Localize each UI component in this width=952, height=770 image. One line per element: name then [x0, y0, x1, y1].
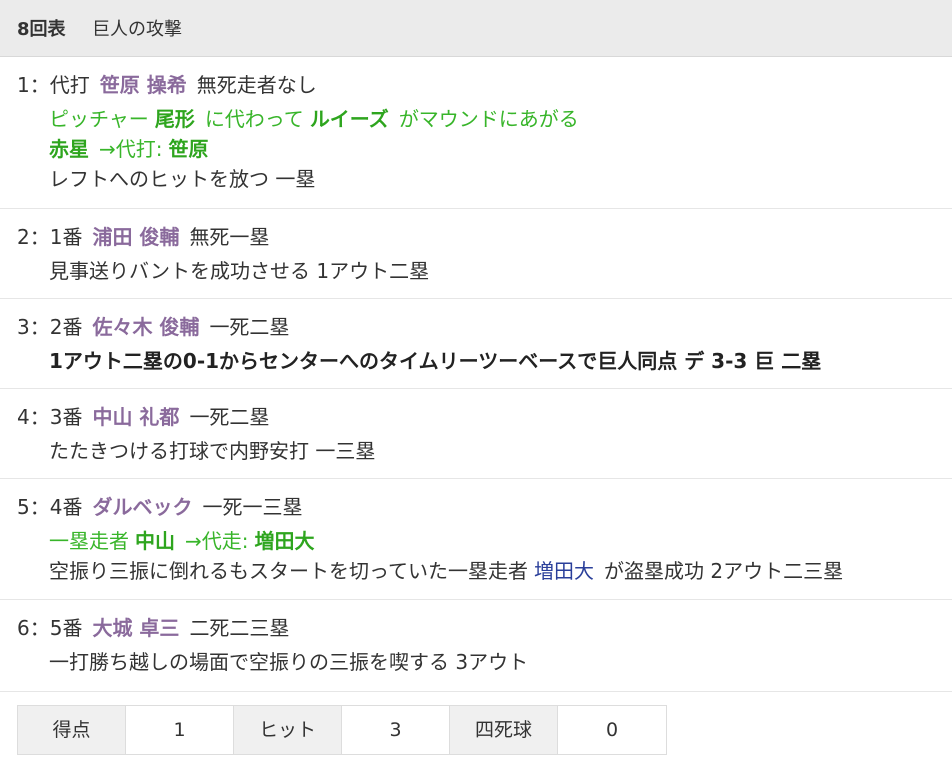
hits-label: ヒット: [234, 706, 342, 754]
batter-name[interactable]: 浦田 俊輔: [92, 225, 179, 249]
substitution: 赤星 →代打: 笹原: [49, 135, 209, 163]
batting-slot: 5番: [49, 616, 83, 640]
batting-slot: 代打: [49, 73, 90, 97]
play-number: 3：: [17, 315, 50, 339]
sub-in-player: 笹原: [168, 137, 209, 161]
situation: 一死二塁: [189, 405, 270, 429]
pitcher-change-suffix: がマウンドにあがる: [398, 107, 579, 131]
play-number: 6：: [17, 616, 50, 640]
inning-summary-table: 得点 1 ヒット 3 四死球 0: [17, 705, 667, 755]
sub-arrow: →代走:: [185, 529, 249, 553]
play-heading: 2：1番 浦田 俊輔 無死一塁: [17, 223, 269, 251]
play-heading: 5：4番 ダルベック 一死一三塁: [17, 493, 302, 521]
sub-arrow: →代打:: [99, 137, 163, 161]
play-number: 4：: [17, 405, 50, 429]
play-item: 1：代打 笹原 操希 無死走者なし ピッチャー 尾形 に代わって ルイーズ がマウンドにあが…: [0, 57, 952, 209]
walks-label: 四死球: [450, 706, 558, 754]
situation: 二死二三塁: [189, 616, 290, 640]
batting-slot: 2番: [49, 315, 83, 339]
runner-name[interactable]: 増田大: [534, 559, 594, 583]
batter-name[interactable]: 笹原 操希: [100, 73, 187, 97]
play-result-highlight: 1アウト二塁の0-1からセンターへのタイムリーツーベースで巨人同点 デ 3-3 …: [49, 349, 822, 373]
situation: 無死一塁: [189, 225, 270, 249]
play-heading: 1：代打 笹原 操希 無死走者なし: [17, 71, 317, 99]
outgoing-pitcher: 尾形: [154, 107, 195, 131]
play-result-post: が盗塁成功 2アウト二三塁: [604, 559, 844, 583]
play-number: 1：: [17, 73, 50, 97]
play-number: 2：: [17, 225, 50, 249]
play-number: 5：: [17, 495, 50, 519]
play-heading: 4：3番 中山 礼都 一死二塁: [17, 403, 269, 431]
play-item: 6：5番 大城 卓三 二死二三塁 一打勝ち越しの場面で空振りの三振を喫する 3アウト: [0, 600, 952, 692]
play-result: たたきつける打球で内野安打 一三塁: [49, 439, 376, 463]
play-result: レフトへのヒットを放つ 一塁: [49, 167, 316, 191]
incoming-pitcher: ルイーズ: [309, 107, 389, 131]
inning-header: 8回表 巨人の攻撃: [0, 0, 952, 57]
situation: 無死走者なし: [196, 73, 317, 97]
hits-value: 3: [342, 706, 450, 754]
play-result-pre: 空振り三振に倒れるもスタートを切っていた一塁走者: [49, 559, 528, 583]
play-item: 5：4番 ダルベック 一死一三塁 一塁走者 中山 →代走: 増田大 空振り三振に倒れるもス…: [0, 479, 952, 600]
runs-value: 1: [126, 706, 234, 754]
sub-prefix: 一塁走者: [49, 529, 129, 553]
batting-slot: 4番: [49, 495, 83, 519]
walks-value: 0: [558, 706, 666, 754]
sub-out-player: 赤星: [49, 137, 89, 161]
runs-label: 得点: [18, 706, 126, 754]
pitcher-change: ピッチャー 尾形 に代わって ルイーズ がマウンドにあがる: [49, 105, 579, 133]
inning-title: 巨人の攻撃: [92, 19, 182, 40]
pitcher-change-mid: に代わって: [204, 107, 304, 131]
play-heading: 3：2番 佐々木 俊輔 一死二塁: [17, 313, 289, 341]
batter-name[interactable]: 佐々木 俊輔: [92, 315, 199, 339]
pitcher-change-prefix: ピッチャー: [49, 107, 149, 131]
batter-name[interactable]: 大城 卓三: [92, 616, 179, 640]
sub-out-player: 中山: [135, 529, 175, 553]
play-result: 見事送りバントを成功させる 1アウト二塁: [49, 259, 430, 283]
sub-in-player: 増田大: [254, 529, 315, 553]
batter-name[interactable]: 中山 礼都: [92, 405, 179, 429]
situation: 一死一三塁: [202, 495, 303, 519]
play-result: 空振り三振に倒れるもスタートを切っていた一塁走者 増田大 が盗塁成功 2アウト二三塁: [49, 557, 843, 585]
play-heading: 6：5番 大城 卓三 二死二三塁: [17, 614, 289, 642]
batting-slot: 1番: [49, 225, 83, 249]
batting-slot: 3番: [49, 405, 83, 429]
play-result: 一打勝ち越しの場面で空振りの三振を喫する 3アウト: [49, 650, 529, 674]
situation: 一死二塁: [209, 315, 290, 339]
play-item: 4：3番 中山 礼都 一死二塁 たたきつける打球で内野安打 一三塁: [0, 389, 952, 479]
play-item: 3：2番 佐々木 俊輔 一死二塁 1アウト二塁の0-1からセンターへのタイムリーツー…: [0, 299, 952, 389]
batter-name[interactable]: ダルベック: [92, 495, 192, 519]
play-item: 2：1番 浦田 俊輔 無死一塁 見事送りバントを成功させる 1アウト二塁: [0, 209, 952, 299]
substitution: 一塁走者 中山 →代走: 増田大: [49, 527, 315, 555]
inning-label: 8回表: [17, 19, 66, 40]
